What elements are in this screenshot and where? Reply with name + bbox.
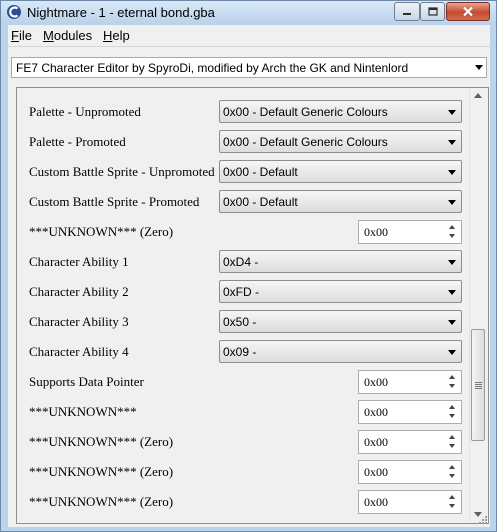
spin-buttons[interactable] (445, 431, 461, 453)
field-label: Custom Battle Sprite - Promoted (29, 194, 200, 209)
spin-up-icon[interactable] (449, 435, 455, 439)
field-dropdown[interactable]: 0xD4 - (219, 250, 462, 273)
dropdown-value: 0x09 - (223, 345, 257, 359)
spin-up-icon[interactable] (449, 495, 455, 499)
menu-divider (8, 46, 490, 47)
app-window: Nightmare - 1 - eternal bond.gba File Mo… (0, 0, 497, 532)
field-number-input[interactable]: 0x00 (358, 400, 462, 424)
spin-down-icon[interactable] (449, 414, 455, 418)
field-label: Character Ability 3 (29, 314, 129, 329)
field-dropdown[interactable]: 0x00 - Default (219, 160, 462, 183)
menu-help[interactable]: Help (103, 28, 130, 43)
maximize-icon (427, 6, 438, 16)
resize-grip-icon[interactable] (478, 515, 488, 525)
field-label: ***UNKNOWN*** (Zero) (29, 494, 174, 509)
vertical-scrollbar[interactable] (469, 88, 486, 523)
spin-buttons[interactable] (445, 461, 461, 483)
menu-modules[interactable]: Modules (43, 28, 92, 43)
dropdown-value: 0x50 - (223, 315, 257, 329)
number-value: 0x00 (364, 405, 388, 419)
chevron-down-icon (448, 170, 456, 175)
grip-line (475, 384, 482, 385)
scroll-up-icon[interactable] (474, 93, 482, 98)
field-label: Character Ability 1 (29, 254, 129, 269)
editor-panel: Palette - Unpromoted 0x00 - Default Gener… (16, 87, 489, 524)
spin-buttons[interactable] (445, 491, 461, 513)
module-selector[interactable]: FE7 Character Editor by SpyroDi, modifie… (11, 57, 487, 78)
spin-down-icon[interactable] (449, 384, 455, 388)
field-number-input[interactable]: 0x00 (358, 460, 462, 484)
chevron-down-icon (448, 290, 456, 295)
chevron-down-icon (448, 260, 456, 265)
spin-up-icon[interactable] (449, 375, 455, 379)
field-label: Character Ability 4 (29, 344, 129, 359)
field-label: Palette - Unpromoted (29, 104, 141, 119)
field-dropdown[interactable]: 0x00 - Default Generic Colours (219, 100, 462, 123)
minimize-icon (403, 12, 411, 15)
menu-file[interactable]: File (11, 28, 32, 43)
spin-down-icon[interactable] (449, 474, 455, 478)
app-icon (7, 5, 21, 19)
field-label: Custom Battle Sprite - Unpromoted (29, 164, 215, 179)
field-dropdown[interactable]: 0x50 - (219, 310, 462, 333)
chevron-down-icon (448, 200, 456, 205)
field-dropdown[interactable]: 0x00 - Default Generic Colours (219, 130, 462, 153)
spin-up-icon[interactable] (449, 225, 455, 229)
title-bar[interactable]: Nightmare - 1 - eternal bond.gba (1, 1, 496, 25)
close-button[interactable] (446, 2, 490, 21)
chevron-down-icon (448, 140, 456, 145)
spin-up-icon[interactable] (449, 465, 455, 469)
field-label: ***UNKNOWN*** (29, 404, 137, 419)
chevron-down-icon (475, 65, 483, 70)
number-value: 0x00 (364, 495, 388, 509)
menu-bar: File Modules Help (8, 25, 490, 45)
window-title: Nightmare - 1 - eternal bond.gba (27, 5, 215, 20)
number-value: 0x00 (364, 435, 388, 449)
spin-buttons[interactable] (445, 371, 461, 393)
grip-line (475, 386, 482, 387)
field-number-input[interactable]: 0x00 (358, 430, 462, 454)
spin-down-icon[interactable] (449, 234, 455, 238)
field-number-input[interactable]: 0x00 (358, 490, 462, 514)
scrollbar-thumb[interactable] (471, 329, 485, 441)
dropdown-value: 0xFD - (223, 285, 259, 299)
maximize-button[interactable] (420, 2, 445, 21)
spin-up-icon[interactable] (449, 405, 455, 409)
field-dropdown[interactable]: 0x00 - Default (219, 190, 462, 213)
dropdown-value: 0xD4 - (223, 255, 259, 269)
field-number-input[interactable]: 0x00 (358, 220, 462, 244)
spin-down-icon[interactable] (449, 504, 455, 508)
field-label: Supports Data Pointer (29, 374, 144, 389)
spin-down-icon[interactable] (449, 444, 455, 448)
field-label: Character Ability 2 (29, 284, 129, 299)
number-value: 0x00 (364, 375, 388, 389)
module-selector-value: FE7 Character Editor by SpyroDi, modifie… (16, 61, 409, 75)
field-number-input[interactable]: 0x00 (358, 370, 462, 394)
field-dropdown[interactable]: 0xFD - (219, 280, 462, 303)
number-value: 0x00 (364, 465, 388, 479)
field-label: ***UNKNOWN*** (Zero) (29, 464, 174, 479)
field-label: ***UNKNOWN*** (Zero) (29, 224, 174, 239)
grip-line (475, 382, 482, 383)
chevron-down-icon (448, 350, 456, 355)
field-label: ***UNKNOWN*** (Zero) (29, 434, 174, 449)
dropdown-value: 0x00 - Default (223, 165, 298, 179)
dropdown-value: 0x00 - Default Generic Colours (223, 135, 388, 149)
dropdown-value: 0x00 - Default Generic Colours (223, 105, 388, 119)
number-value: 0x00 (364, 225, 388, 239)
field-dropdown[interactable]: 0x09 - (219, 340, 462, 363)
grip-line (475, 388, 482, 389)
minimize-button[interactable] (394, 2, 420, 21)
field-label: Palette - Promoted (29, 134, 126, 149)
spin-buttons[interactable] (445, 221, 461, 243)
chevron-down-icon (448, 110, 456, 115)
dropdown-value: 0x00 - Default (223, 195, 298, 209)
close-icon (463, 6, 473, 17)
client-area: File Modules Help FE7 Character Editor b… (8, 25, 490, 527)
chevron-down-icon (448, 320, 456, 325)
spin-buttons[interactable] (445, 401, 461, 423)
